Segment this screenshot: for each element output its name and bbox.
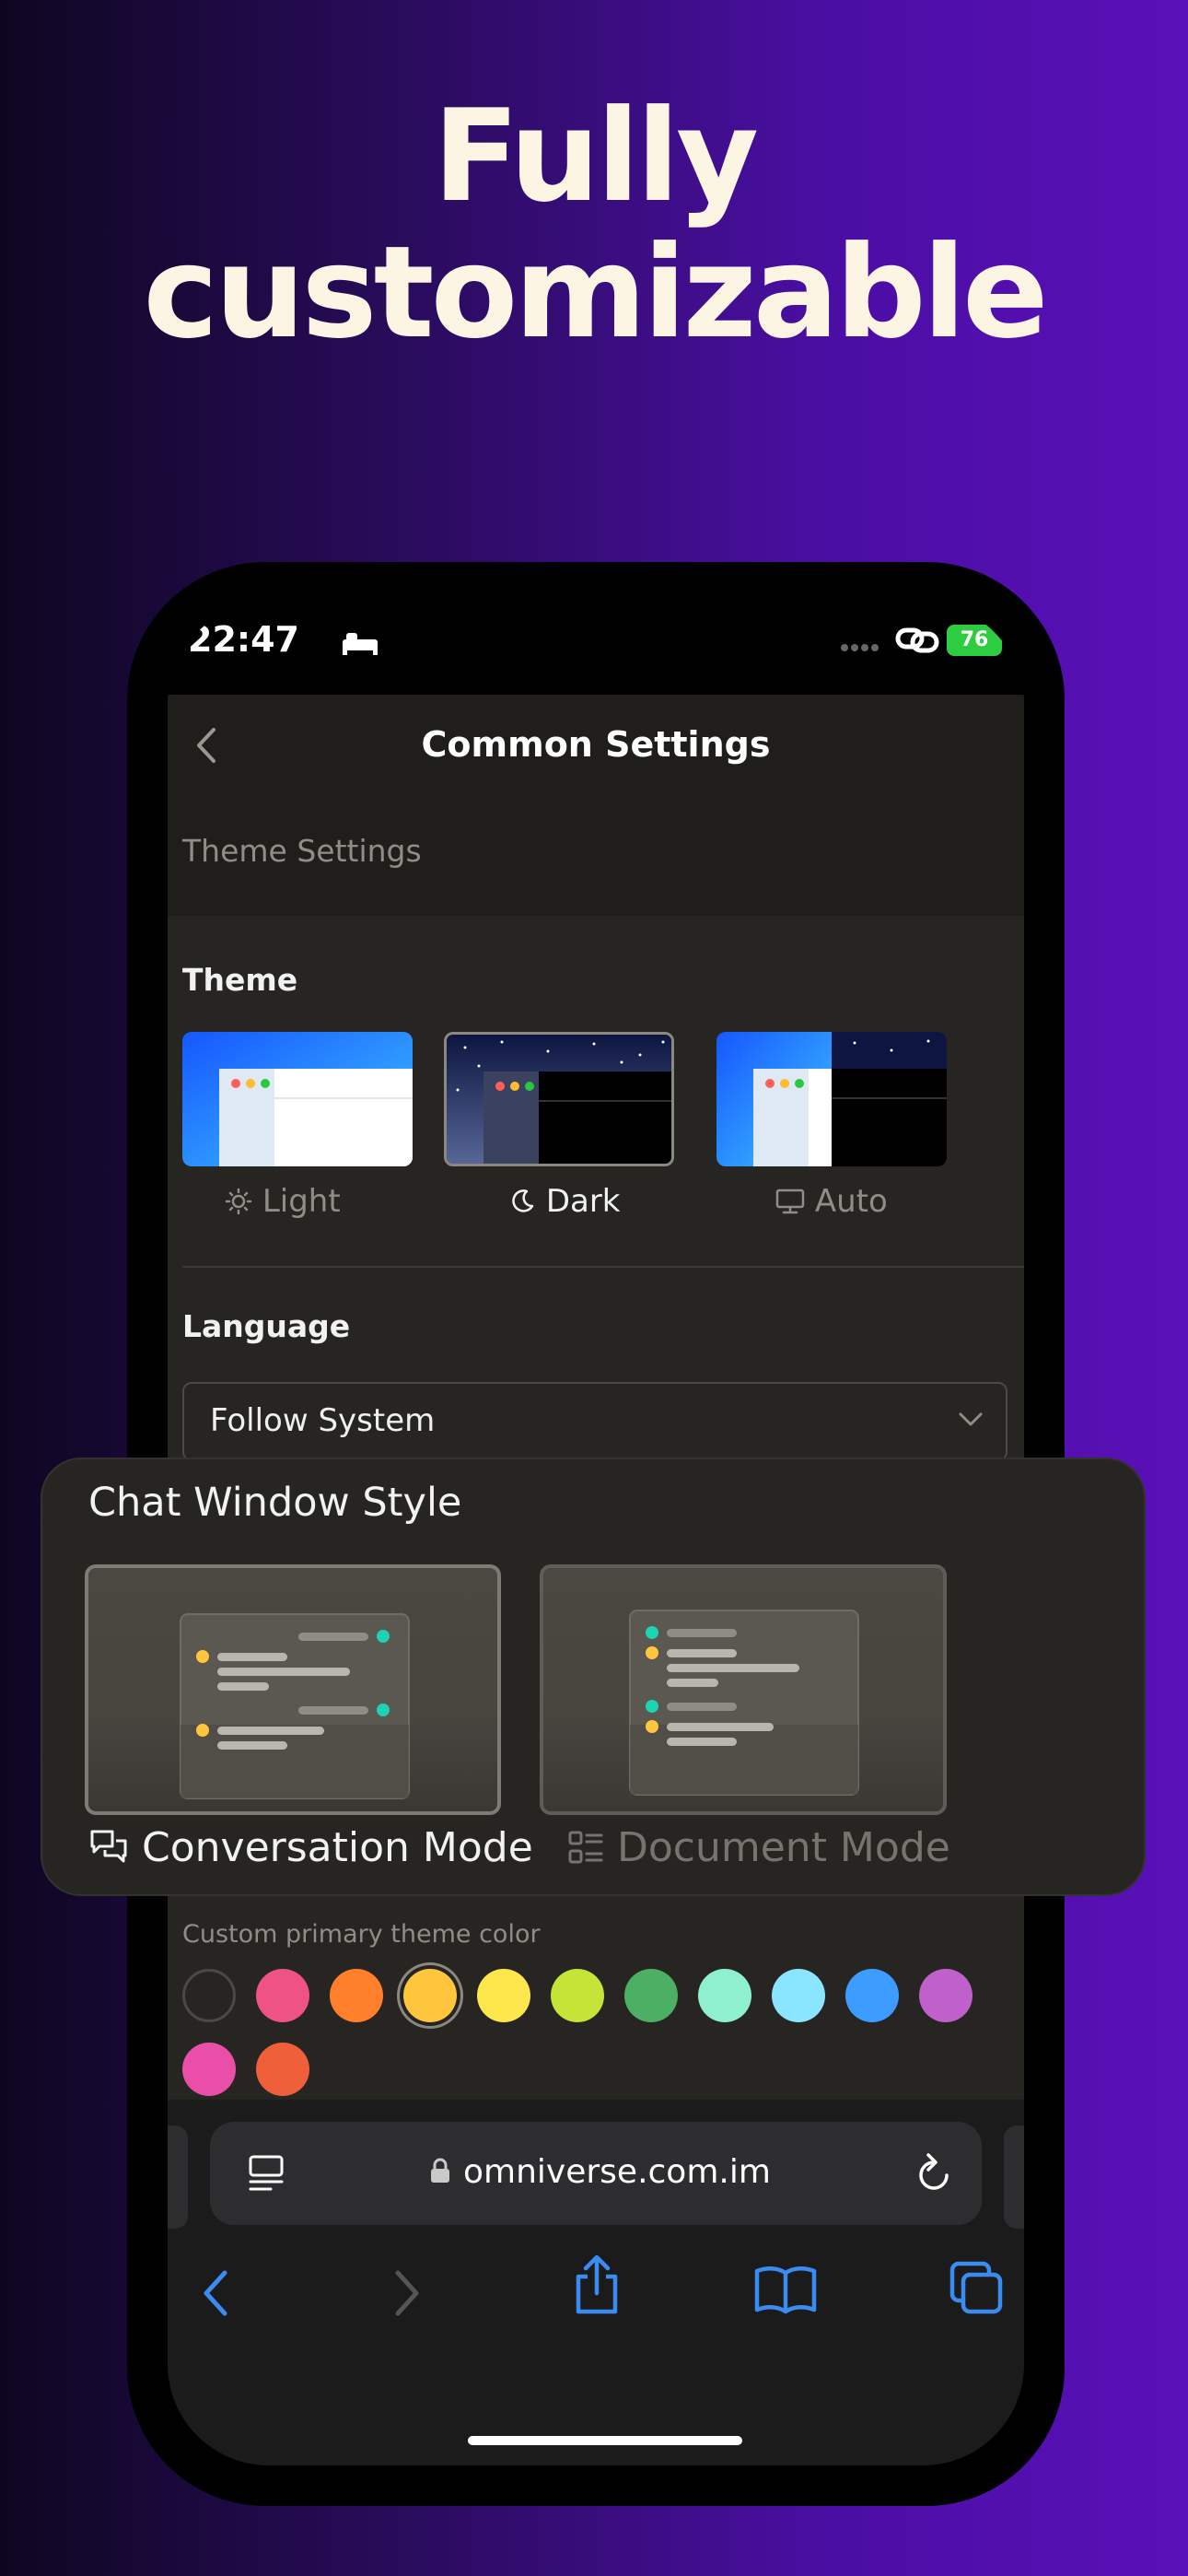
- theme-option-dark[interactable]: Dark: [508, 1183, 621, 1220]
- bookmarks-icon[interactable]: [753, 2264, 818, 2315]
- mode-option-label: Conversation Mode: [142, 1824, 533, 1871]
- conversation-mode-preview: [180, 1613, 410, 1799]
- color-swatch[interactable]: [624, 1969, 678, 2022]
- link-icon: [895, 627, 939, 653]
- language-select[interactable]: Follow System: [182, 1382, 1007, 1461]
- home-indicator[interactable]: [468, 2436, 742, 2445]
- promo-headline: Fully customizable: [0, 88, 1188, 361]
- theme-heading: Theme: [182, 962, 298, 998]
- status-bar: 22:47 76: [168, 603, 1024, 695]
- back-icon[interactable]: [197, 2266, 234, 2321]
- language-heading: Language: [182, 1308, 351, 1344]
- theme-option-light[interactable]: Light: [225, 1183, 341, 1220]
- color-swatch[interactable]: [698, 1969, 751, 2022]
- color-swatch[interactable]: [182, 1969, 236, 2022]
- section-label: Theme Settings: [182, 833, 422, 869]
- chat-style-title: Chat Window Style: [88, 1480, 462, 1526]
- mode-option-conversation[interactable]: Conversation Mode: [88, 1824, 533, 1871]
- tabs-icon[interactable]: [949, 2260, 1006, 2317]
- theme-option-auto[interactable]: Auto: [775, 1183, 888, 1220]
- theme-option-label: Dark: [545, 1183, 621, 1220]
- sleep-bed-icon: [343, 633, 378, 655]
- settings-header: Common Settings Theme Settings: [168, 695, 1024, 916]
- moon-icon: [512, 1189, 534, 1212]
- status-time: 22:47: [188, 619, 299, 660]
- document-mode-preview: [629, 1610, 859, 1796]
- theme-card-dark[interactable]: [444, 1032, 674, 1166]
- color-swatch[interactable]: [182, 2043, 236, 2096]
- chat-window-style-card: Chat Window Style Conversation Mode Docu…: [41, 1458, 1146, 1896]
- share-icon[interactable]: [569, 2253, 624, 2317]
- battery-indicator: 76: [947, 625, 1002, 656]
- theme-option-label: Light: [262, 1183, 341, 1220]
- color-swatch[interactable]: [403, 1969, 457, 2022]
- color-swatch[interactable]: [845, 1969, 899, 2022]
- theme-card-auto[interactable]: [716, 1032, 947, 1166]
- promo-line-1: Fully: [432, 82, 759, 230]
- monitor-icon: [775, 1188, 805, 1214]
- color-swatch[interactable]: [256, 1969, 309, 2022]
- custom-color-label: Custom primary theme color: [182, 1920, 541, 1949]
- lock-icon: [431, 2158, 449, 2183]
- color-swatch[interactable]: [772, 1969, 825, 2022]
- color-swatch[interactable]: [919, 1969, 973, 2022]
- theme-card-light[interactable]: [182, 1032, 413, 1166]
- sun-icon: [225, 1188, 252, 1215]
- page-title: Common Settings: [421, 724, 771, 765]
- auto-theme-preview: [716, 1032, 947, 1166]
- settings-app: Common Settings Theme Settings Theme Lig…: [168, 695, 1024, 2192]
- mode-option-label: Document Mode: [617, 1824, 950, 1871]
- theme-option-label: Auto: [814, 1183, 888, 1220]
- promo-line-2: customizable: [143, 218, 1048, 367]
- color-swatch[interactable]: [256, 2043, 309, 2096]
- forward-icon[interactable]: [389, 2266, 425, 2321]
- divider: [182, 1266, 1024, 1268]
- mode-card-document[interactable]: [540, 1564, 947, 1815]
- dark-theme-preview: [447, 1035, 671, 1164]
- color-swatch[interactable]: [330, 1969, 383, 2022]
- prev-tab-preview[interactable]: [168, 2125, 188, 2229]
- color-swatch[interactable]: [477, 1969, 530, 2022]
- mode-card-conversation[interactable]: [85, 1564, 501, 1815]
- chevron-down-icon: [959, 1412, 983, 1426]
- reload-icon[interactable]: [914, 2149, 956, 2195]
- url-text: omniverse.com.im: [463, 2153, 771, 2191]
- browser-toolbar: omniverse.com.im: [168, 2100, 1024, 2465]
- document-list-icon: [568, 1831, 603, 1864]
- chat-bubbles-icon: [90, 1830, 127, 1863]
- signal-dots-icon: [841, 644, 879, 651]
- language-value: Follow System: [210, 1402, 436, 1439]
- light-theme-preview: [182, 1032, 413, 1166]
- color-swatch[interactable]: [551, 1969, 604, 2022]
- page-menu-icon[interactable]: [247, 2153, 287, 2194]
- address-bar[interactable]: omniverse.com.im: [210, 2122, 982, 2225]
- next-tab-preview[interactable]: [1004, 2125, 1024, 2229]
- mode-option-document[interactable]: Document Mode: [567, 1824, 950, 1871]
